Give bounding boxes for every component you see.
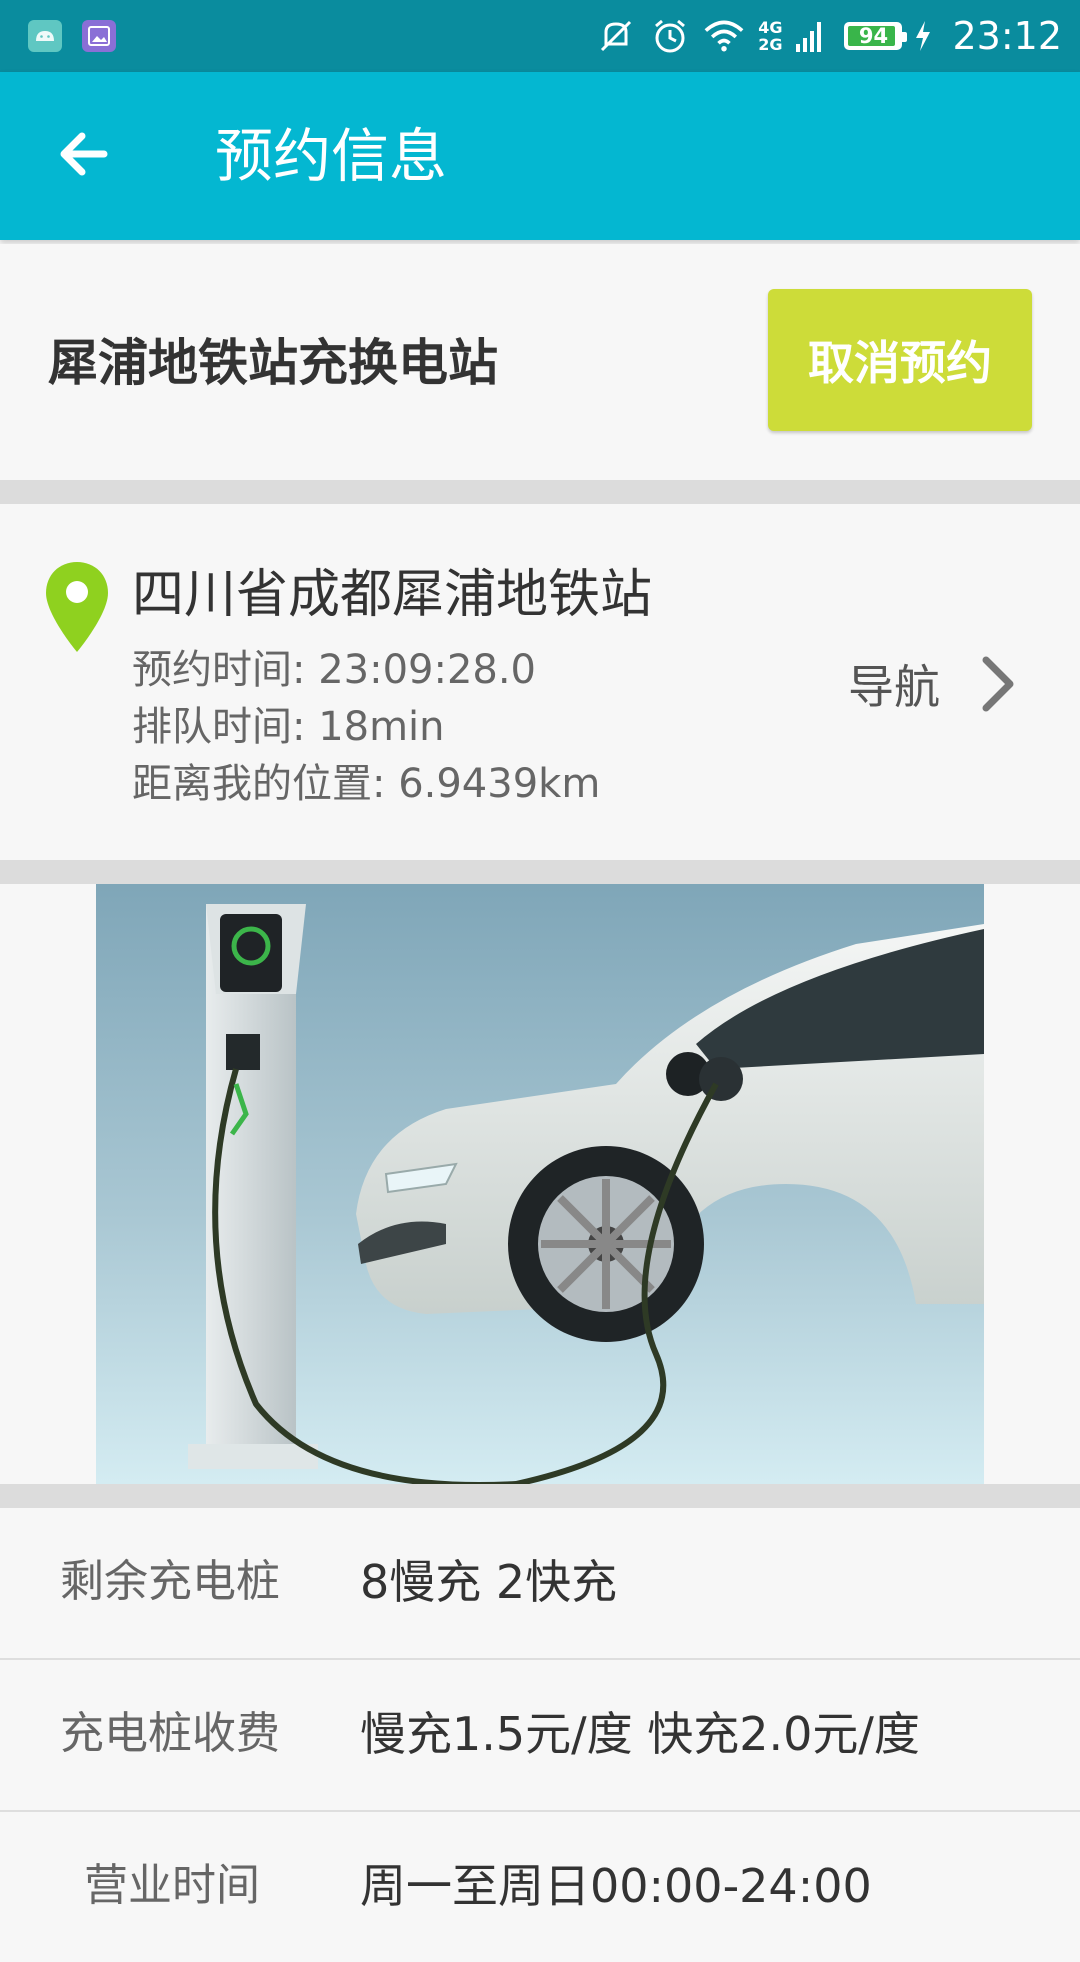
- wifi-icon: [704, 16, 744, 56]
- station-header: 犀浦地铁站充换电站 取消预约: [0, 244, 1080, 480]
- station-name: 犀浦地铁站充换电站: [48, 334, 498, 392]
- signal-icon: [790, 16, 830, 56]
- detail-row-remaining-piles: 剩余充电桩 8慢充 2快充: [0, 1508, 1080, 1660]
- detail-label: 充电桩收费: [60, 1708, 280, 1759]
- navigate-button[interactable]: 导航: [848, 644, 1022, 724]
- alarm-icon: [650, 16, 690, 56]
- station-address: 四川省成都犀浦地铁站: [132, 565, 653, 625]
- status-bar: 4G 2G 94 23:12: [0, 0, 1080, 72]
- android-notification-icon: [28, 20, 62, 52]
- gallery-notification-icon: [82, 20, 116, 52]
- charging-icon: [912, 16, 934, 56]
- chevron-right-icon: [982, 656, 1014, 712]
- network-type-label: 4G 2G: [758, 18, 783, 54]
- detail-value: 慢充1.5元/度 快充2.0元/度: [360, 1707, 920, 1761]
- status-time: 23:12: [952, 14, 1062, 58]
- ev-charging-photo: [96, 884, 984, 1484]
- battery-icon: 94: [844, 22, 908, 50]
- queue-time: 排队时间: 18min: [132, 704, 445, 750]
- detail-label: 营业时间: [84, 1860, 260, 1911]
- distance: 距离我的位置: 6.9439km: [132, 761, 601, 807]
- divider: [0, 480, 1080, 504]
- app-bar: 预约信息: [0, 72, 1080, 240]
- page-title: 预约信息: [215, 122, 448, 190]
- back-button[interactable]: [52, 122, 116, 186]
- detail-value: 周一至周日00:00-24:00: [360, 1859, 872, 1913]
- detail-label: 剩余充电桩: [60, 1556, 280, 1607]
- battery-level: 94: [858, 24, 889, 48]
- reserve-time: 预约时间: 23:09:28.0: [132, 647, 537, 693]
- station-photo-area: [0, 884, 1080, 1484]
- detail-row-business-hours: 营业时间 周一至周日00:00-24:00: [0, 1812, 1080, 1962]
- detail-row-charging-fee: 充电桩收费 慢充1.5元/度 快充2.0元/度: [0, 1660, 1080, 1812]
- divider: [0, 1484, 1080, 1508]
- divider: [0, 860, 1080, 884]
- detail-value: 8慢充 2快充: [360, 1555, 618, 1609]
- station-info: 四川省成都犀浦地铁站 预约时间: 23:09:28.0 排队时间: 18min …: [0, 504, 1080, 860]
- mute-icon: [596, 16, 636, 56]
- cancel-reservation-button[interactable]: 取消预约: [768, 289, 1032, 431]
- location-pin-icon: [44, 560, 110, 654]
- arrow-back-icon: [60, 132, 108, 176]
- navigate-label: 导航: [848, 660, 940, 714]
